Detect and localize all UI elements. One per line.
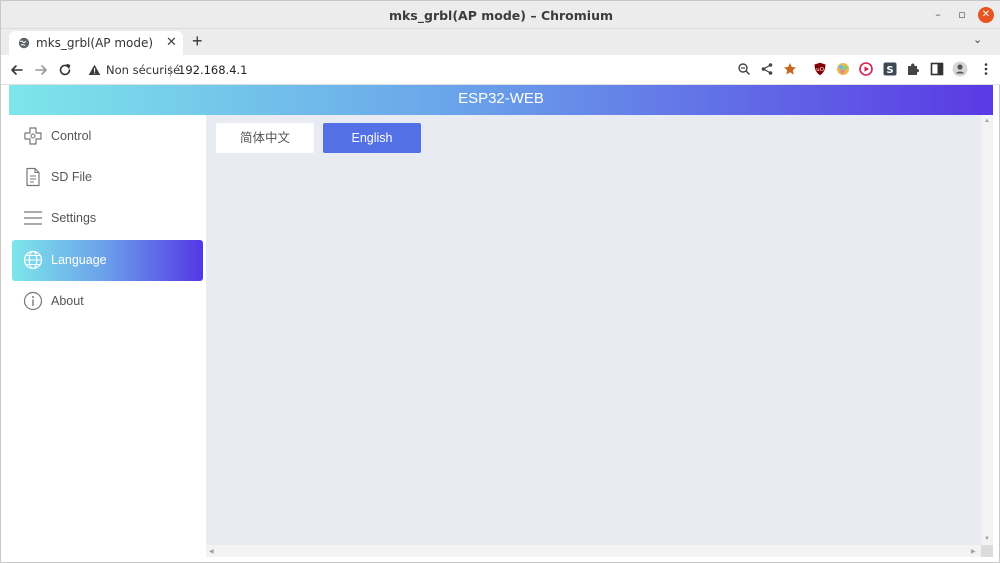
profile-icon[interactable] xyxy=(952,61,968,77)
ublock-icon[interactable]: uO xyxy=(813,62,827,76)
sidebar: Control SD File Settings Language About xyxy=(9,115,206,557)
tab-close-button[interactable]: ✕ xyxy=(166,34,177,50)
globe-icon xyxy=(23,250,43,270)
maximize-button[interactable]: ▫ xyxy=(954,7,970,23)
bookmark-star-icon[interactable] xyxy=(783,62,797,76)
app-header: ESP32-WEB xyxy=(9,85,993,115)
address-separator: | xyxy=(169,63,173,77)
sidebar-item-label: About xyxy=(51,294,84,308)
language-button-english[interactable]: English xyxy=(323,123,421,153)
title-bar: mks_grbl(AP mode) – Chromium – ▫ ✕ xyxy=(1,1,1000,29)
sidebar-item-label: Language xyxy=(51,253,107,267)
svg-text:uO: uO xyxy=(816,67,824,73)
back-icon[interactable] xyxy=(8,61,26,79)
side-panel-icon[interactable] xyxy=(930,62,944,76)
main-content: 简体中文 English ▲ ▼ ◀ ▶ xyxy=(206,115,993,557)
app-title: ESP32-WEB xyxy=(458,90,544,107)
sidebar-item-label: Control xyxy=(51,129,92,143)
vertical-scrollbar[interactable]: ▲ ▼ xyxy=(981,115,993,545)
scroll-up-arrow-icon[interactable]: ▲ xyxy=(984,118,990,124)
sidebar-item-settings[interactable]: Settings xyxy=(12,198,203,239)
browser-toolbar: Non sécurisé | 192.168.4.1 uO S xyxy=(1,55,1000,85)
menu-icon[interactable] xyxy=(979,62,993,76)
new-tab-button[interactable]: + xyxy=(192,31,203,52)
share-icon[interactable] xyxy=(760,62,774,76)
s-extension-icon[interactable]: S xyxy=(883,62,897,76)
tab-mks-grbl[interactable]: mks_grbl(AP mode) ✕ xyxy=(9,31,183,55)
scrollbar-corner xyxy=(981,545,993,557)
tab-list-button[interactable]: ⌄ xyxy=(973,33,982,46)
forward-icon[interactable] xyxy=(32,61,50,79)
scroll-right-arrow-icon[interactable]: ▶ xyxy=(971,548,976,555)
sidebar-item-label: Settings xyxy=(51,211,97,225)
window-title: mks_grbl(AP mode) – Chromium xyxy=(388,8,614,23)
extensions-puzzle-icon[interactable] xyxy=(906,62,920,76)
sidebar-item-control[interactable]: Control xyxy=(12,116,203,157)
gamepad-icon xyxy=(24,127,42,145)
warning-icon[interactable] xyxy=(88,64,101,76)
browser-window: mks_grbl(AP mode) – Chromium – ▫ ✕ mks_g… xyxy=(0,0,1000,563)
globe-icon xyxy=(18,37,30,49)
scroll-left-arrow-icon[interactable]: ◀ xyxy=(209,548,214,555)
minimize-button[interactable]: – xyxy=(930,7,946,23)
color-wheel-icon[interactable] xyxy=(836,62,850,76)
sidebar-item-sd-file[interactable]: SD File xyxy=(12,157,203,198)
close-window-button[interactable]: ✕ xyxy=(978,7,994,23)
play-icon[interactable] xyxy=(859,62,873,76)
sidebar-item-label: SD File xyxy=(51,170,92,184)
url-text[interactable]: 192.168.4.1 xyxy=(178,63,248,77)
web-page: ESP32-WEB Control SD File Settings Langu… xyxy=(9,85,993,557)
sidebar-item-about[interactable]: About xyxy=(12,281,203,322)
horizontal-scrollbar[interactable]: ◀ ▶ xyxy=(206,545,981,557)
svg-text:S: S xyxy=(886,65,893,76)
scroll-down-arrow-icon[interactable]: ▼ xyxy=(984,536,990,542)
tab-title: mks_grbl(AP mode) xyxy=(36,36,154,50)
info-icon xyxy=(23,291,43,311)
language-button-chinese[interactable]: 简体中文 xyxy=(216,123,314,153)
reload-icon[interactable] xyxy=(56,61,74,79)
address-bar[interactable]: Non sécurisé | 192.168.4.1 xyxy=(85,60,805,82)
zoom-icon[interactable] xyxy=(737,62,751,76)
tab-strip: mks_grbl(AP mode) ✕ + ⌄ xyxy=(1,29,1000,55)
file-icon xyxy=(26,167,40,187)
sidebar-item-language[interactable]: Language xyxy=(12,240,203,281)
menu-lines-icon xyxy=(24,211,42,225)
